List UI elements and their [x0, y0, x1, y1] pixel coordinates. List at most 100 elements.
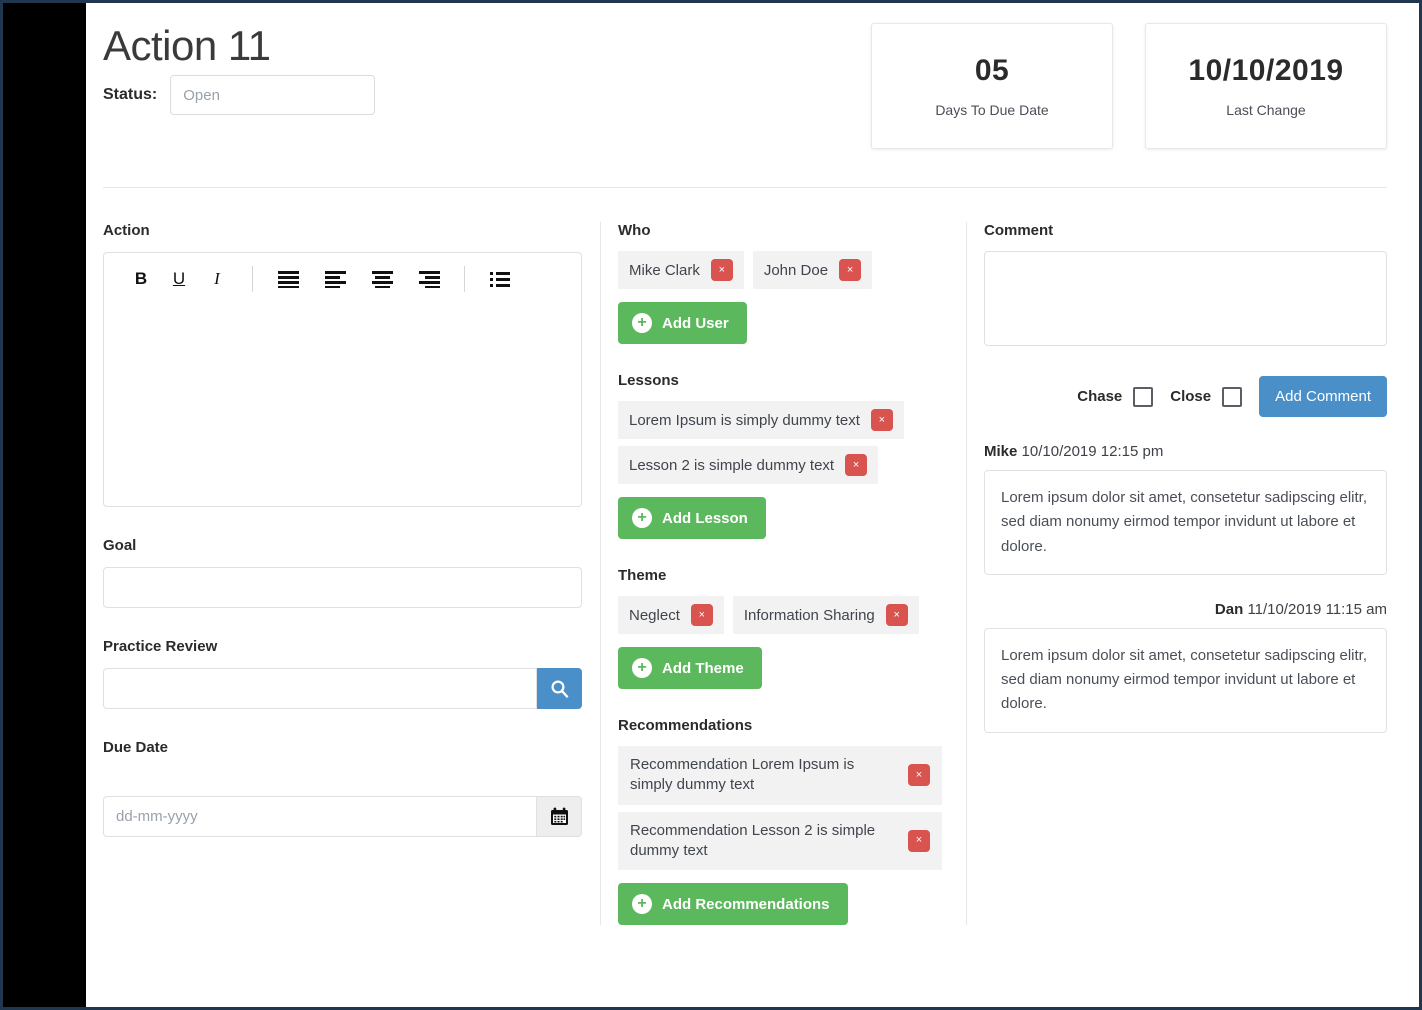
editor-toolbar: B U I	[104, 253, 581, 305]
practice-review-input[interactable]	[103, 668, 537, 709]
add-theme-label: Add Theme	[662, 660, 744, 677]
add-user-button[interactable]: + Add User	[618, 302, 747, 344]
close-checkbox[interactable]	[1222, 387, 1242, 407]
remove-icon[interactable]: ×	[839, 259, 861, 281]
days-to-due-date-label: Days To Due Date	[935, 102, 1048, 118]
chip-label: Information Sharing	[744, 607, 875, 624]
plus-icon: +	[632, 894, 652, 914]
stat-card-last-change: 10/10/2019 Last Change	[1145, 23, 1387, 149]
stat-cards: 05 Days To Due Date 10/10/2019 Last Chan…	[871, 23, 1387, 149]
app-screen: Action 11 Status: 05 Days To Due Date 10…	[0, 0, 1422, 1010]
bold-button[interactable]: B	[122, 260, 160, 298]
recommendations-label: Recommendations	[618, 717, 952, 734]
add-lesson-button[interactable]: + Add Lesson	[618, 497, 766, 539]
underline-button[interactable]: U	[160, 260, 198, 298]
add-recommendations-label: Add Recommendations	[662, 896, 830, 913]
remove-icon[interactable]: ×	[691, 604, 713, 626]
calendar-icon[interactable]	[537, 796, 582, 837]
plus-icon: +	[632, 313, 652, 333]
who-label: Who	[618, 222, 952, 239]
section-gap-3	[618, 689, 952, 717]
lessons-chip-list: Lorem Ipsum is simply dummy text × Lesso…	[618, 401, 952, 484]
column-associations: Who Mike Clark × John Doe × + Add User	[600, 222, 966, 925]
add-theme-button[interactable]: + Add Theme	[618, 647, 762, 689]
chip-theme: Information Sharing ×	[733, 596, 919, 634]
comment-text: Lorem ipsum dolor sit amet, consetetur s…	[984, 470, 1387, 575]
recommendations-chip-list: Recommendation Lorem Ipsum is simply dum…	[618, 746, 952, 870]
chip-recommendation: Recommendation Lesson 2 is simple dummy …	[618, 812, 942, 871]
action-rich-text-editor[interactable]: B U I	[103, 252, 582, 507]
chip-label: John Doe	[764, 262, 828, 279]
remove-icon[interactable]: ×	[886, 604, 908, 626]
chip-who: John Doe ×	[753, 251, 872, 289]
header-divider	[103, 187, 1387, 188]
comment-timestamp: 10/10/2019 12:15 pm	[1022, 443, 1164, 460]
theme-chip-list: Neglect × Information Sharing ×	[618, 596, 952, 634]
action-label: Action	[103, 222, 582, 239]
comment-meta: Mike 10/10/2019 12:15 pm	[984, 443, 1387, 460]
chip-lesson: Lesson 2 is simple dummy text ×	[618, 446, 878, 484]
align-center-icon[interactable]	[363, 260, 401, 298]
goal-label: Goal	[103, 537, 582, 554]
align-justify-icon[interactable]	[269, 260, 307, 298]
section-gap-1	[618, 344, 952, 372]
toolbar-separator-1	[252, 266, 253, 292]
align-left-icon[interactable]	[316, 260, 354, 298]
comment-author: Mike	[984, 443, 1017, 460]
due-date-label: Due Date	[103, 739, 582, 756]
due-date-input[interactable]	[103, 796, 537, 837]
comment-timestamp: 11/10/2019 11:15 am	[1247, 601, 1387, 618]
practice-review-input-group	[103, 668, 582, 709]
chase-checkbox[interactable]	[1133, 387, 1153, 407]
add-comment-button[interactable]: Add Comment	[1259, 376, 1387, 417]
content-columns: Action B U I	[103, 222, 1387, 925]
chase-checkbox-group[interactable]: Chase	[1077, 387, 1153, 407]
remove-icon[interactable]: ×	[908, 764, 930, 786]
chip-label: Neglect	[629, 607, 680, 624]
sidebar-collapsed-strip	[3, 3, 86, 1007]
action-editor-content[interactable]	[104, 305, 581, 506]
theme-label: Theme	[618, 567, 952, 584]
search-icon[interactable]	[537, 668, 582, 709]
comment-input[interactable]	[984, 251, 1387, 346]
chip-label: Lesson 2 is simple dummy text	[629, 457, 834, 474]
close-checkbox-group[interactable]: Close	[1170, 387, 1242, 407]
status-input[interactable]	[170, 75, 375, 115]
plus-icon: +	[632, 508, 652, 528]
italic-button[interactable]: I	[198, 260, 236, 298]
practice-review-label: Practice Review	[103, 638, 582, 655]
goal-input[interactable]	[103, 567, 582, 608]
due-date-spacer	[103, 769, 582, 796]
chip-label: Recommendation Lorem Ipsum is simply dum…	[630, 755, 894, 796]
add-lesson-label: Add Lesson	[662, 510, 748, 527]
comment-text: Lorem ipsum dolor sit amet, consetetur s…	[984, 628, 1387, 733]
add-user-label: Add User	[662, 315, 729, 332]
remove-icon[interactable]: ×	[871, 409, 893, 431]
page-title: Action 11	[103, 23, 375, 69]
comment-actions: Chase Close Add Comment	[984, 376, 1387, 417]
comment-author: Dan	[1215, 601, 1243, 618]
remove-icon[interactable]: ×	[845, 454, 867, 476]
due-date-field: Due Date	[103, 739, 582, 837]
chip-lesson: Lorem Ipsum is simply dummy text ×	[618, 401, 904, 439]
chip-label: Mike Clark	[629, 262, 700, 279]
remove-icon[interactable]: ×	[711, 259, 733, 281]
list-ul-icon[interactable]	[481, 260, 519, 298]
toolbar-separator-2	[464, 266, 465, 292]
chip-recommendation: Recommendation Lorem Ipsum is simply dum…	[618, 746, 942, 805]
comment-entry: Mike 10/10/2019 12:15 pm Lorem ipsum dol…	[984, 443, 1387, 575]
status-row: Status:	[103, 75, 375, 115]
chip-who: Mike Clark ×	[618, 251, 744, 289]
comment-meta: Dan 11/10/2019 11:15 am	[984, 601, 1387, 618]
lessons-label: Lessons	[618, 372, 952, 389]
section-gap-2	[618, 539, 952, 567]
header-left: Action 11 Status:	[103, 23, 375, 115]
add-recommendations-button[interactable]: + Add Recommendations	[618, 883, 848, 925]
stat-card-days-to-due-date: 05 Days To Due Date	[871, 23, 1113, 149]
chip-label: Lorem Ipsum is simply dummy text	[629, 412, 860, 429]
goal-field: Goal	[103, 537, 582, 608]
remove-icon[interactable]: ×	[908, 830, 930, 852]
status-label: Status:	[103, 86, 157, 104]
align-right-icon[interactable]	[410, 260, 448, 298]
page-content: Action 11 Status: 05 Days To Due Date 10…	[86, 3, 1419, 1007]
